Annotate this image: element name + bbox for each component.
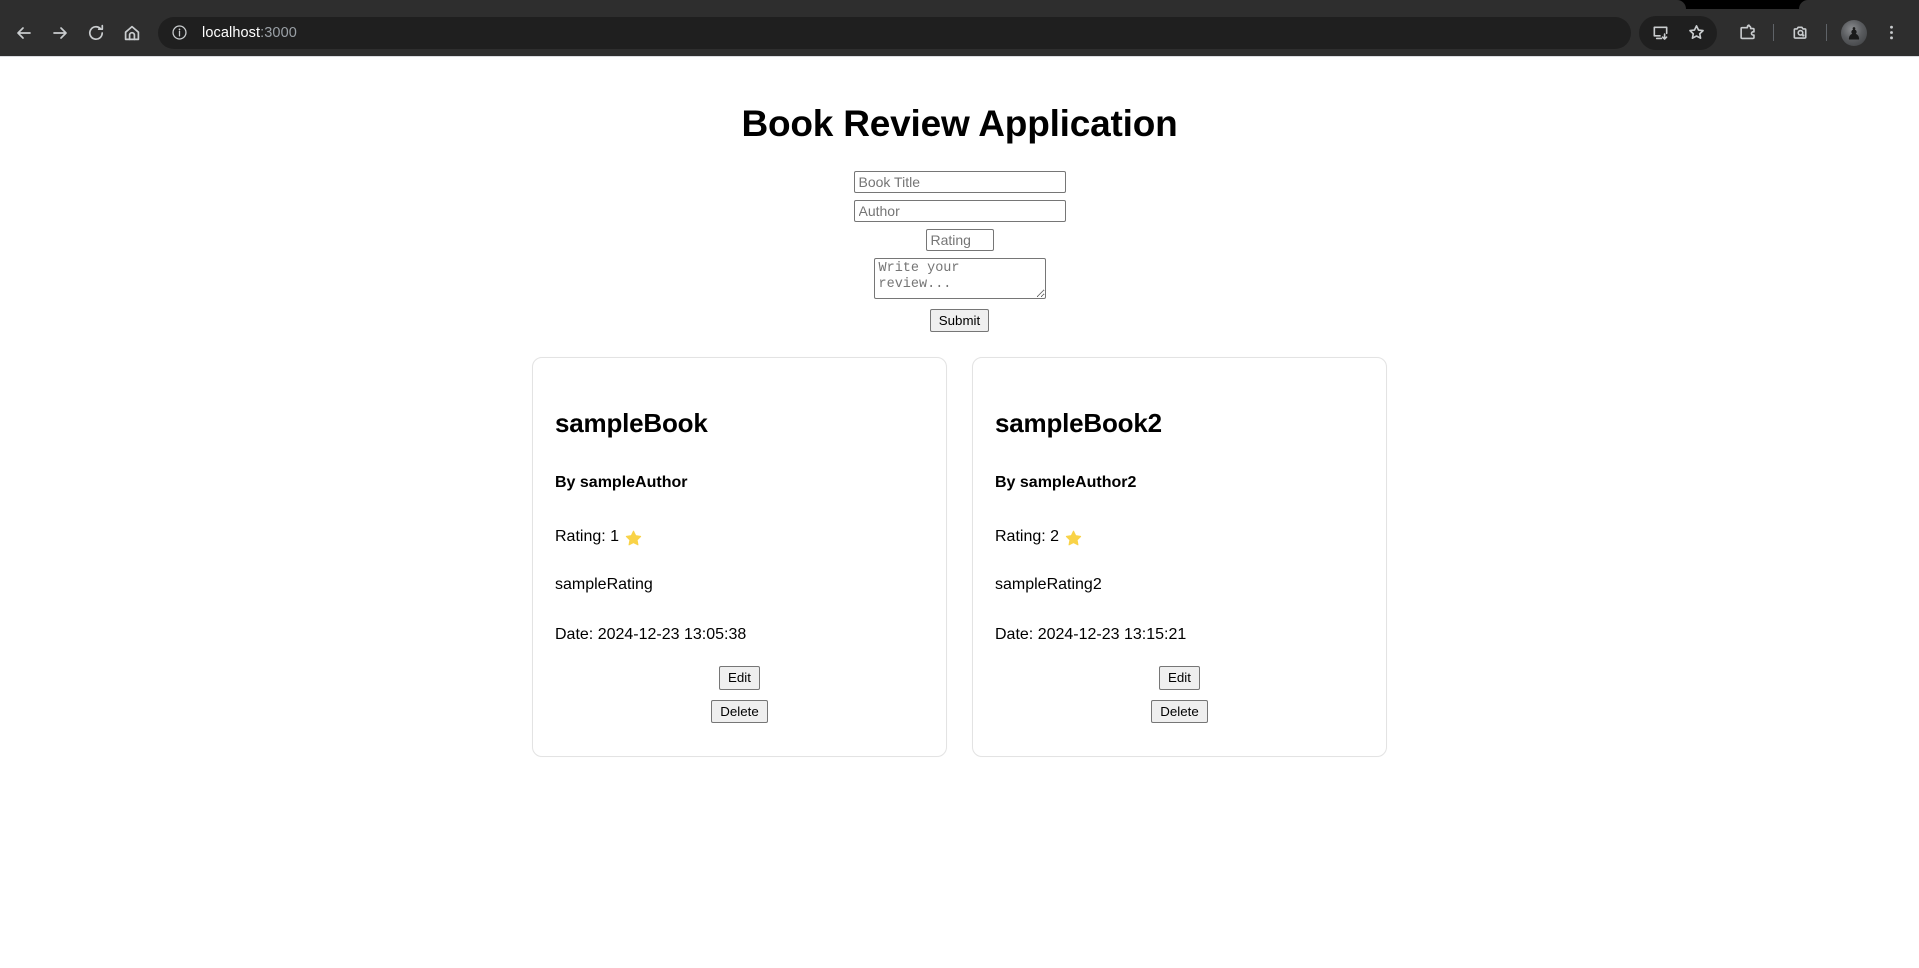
omnibox-action-pill (1639, 15, 1717, 51)
book-card-author: By sampleAuthor2 (995, 474, 1137, 492)
puzzle-piece-icon (1739, 24, 1755, 40)
home-icon (124, 25, 140, 40)
address-bar-url: localhost:3000 (202, 25, 297, 41)
book-card-actions: Edit Delete (995, 666, 1364, 723)
info-circle-glyph (171, 25, 187, 40)
lens-camera-icon (1793, 26, 1807, 39)
book-card-title: sampleBook2 (995, 408, 1162, 439)
book-card-date: Date: 2024-12-23 13:15:21 (995, 626, 1187, 644)
chrome-menu-button[interactable] (1873, 15, 1909, 51)
back-button[interactable] (6, 15, 42, 51)
tab-strip-background (0, 0, 1686, 9)
star-icon (625, 530, 642, 547)
book-card-rating: Rating: 2 (995, 528, 1364, 546)
review-textarea[interactable] (873, 258, 1046, 299)
book-card-rating-text: Rating: 1 (555, 528, 620, 546)
edit-button[interactable]: Edit (719, 666, 760, 690)
book-card-author: By sampleAuthor (555, 474, 688, 492)
three-dot-menu-icon (1889, 25, 1893, 40)
browser-toolbar: localhost:3000 ♟ (0, 9, 1919, 56)
delete-button[interactable]: Delete (711, 699, 768, 723)
page-viewport: Book Review Application Submit sampleBoo… (0, 57, 1919, 968)
book-title-input[interactable] (853, 171, 1066, 193)
book-review-form: Submit (0, 171, 1919, 333)
delete-button[interactable]: Delete (1151, 699, 1208, 723)
book-card-review: sampleRating2 (995, 576, 1102, 594)
book-card-actions: Edit Delete (555, 666, 924, 723)
extensions-button[interactable] (1729, 15, 1765, 51)
star-glyph (1065, 530, 1082, 546)
page-title: Book Review Application (741, 103, 1178, 144)
tab-strip (0, 0, 1919, 9)
forward-arrow-icon (53, 26, 67, 39)
url-host: localhost (202, 24, 261, 41)
book-card-review: sampleRating (555, 576, 653, 594)
install-app-button[interactable] (1642, 15, 1678, 51)
reload-icon (88, 24, 104, 40)
book-card-date: Date: 2024-12-23 13:05:38 (555, 626, 747, 644)
browser-chrome: localhost:3000 ♟ (0, 0, 1919, 57)
edit-button[interactable]: Edit (1159, 666, 1200, 690)
book-review-list: sampleBook By sampleAuthor Rating: 1 sam… (0, 357, 1919, 758)
back-arrow-icon (17, 26, 31, 39)
tab-strip-background-right (1799, 0, 1919, 9)
profile-avatar[interactable]: ♟ (1841, 19, 1867, 46)
home-button[interactable] (114, 15, 150, 51)
address-bar[interactable]: localhost:3000 (158, 16, 1631, 49)
url-port: :3000 (260, 24, 297, 41)
star-icon (1065, 530, 1082, 547)
star-glyph (625, 530, 642, 546)
google-lens-button[interactable] (1782, 15, 1818, 51)
book-card-title: sampleBook (555, 408, 708, 439)
rating-input[interactable] (925, 229, 994, 251)
book-title-field-wrapper (853, 171, 1066, 193)
book-card-rating-text: Rating: 2 (995, 528, 1060, 546)
rating-field-wrapper (925, 229, 994, 251)
book-card-rating: Rating: 1 (555, 528, 924, 546)
star-outline-icon (1688, 25, 1704, 40)
book-card: sampleBook2 By sampleAuthor2 Rating: 2 s… (972, 357, 1387, 758)
install-app-icon (1653, 26, 1667, 40)
forward-button[interactable] (42, 15, 78, 51)
toolbar-divider-1 (1773, 24, 1774, 41)
info-circle-icon[interactable] (166, 20, 192, 46)
author-field-wrapper (853, 200, 1066, 222)
toolbar-right-group: ♟ (1639, 15, 1909, 51)
reload-button[interactable] (78, 15, 114, 51)
toolbar-divider-2 (1826, 24, 1827, 41)
submit-button[interactable]: Submit (929, 309, 990, 333)
avatar-figure-glyph: ♟ (1846, 24, 1862, 44)
book-card: sampleBook By sampleAuthor Rating: 1 sam… (532, 357, 947, 758)
author-input[interactable] (853, 200, 1066, 222)
bookmark-button[interactable] (1678, 15, 1714, 51)
